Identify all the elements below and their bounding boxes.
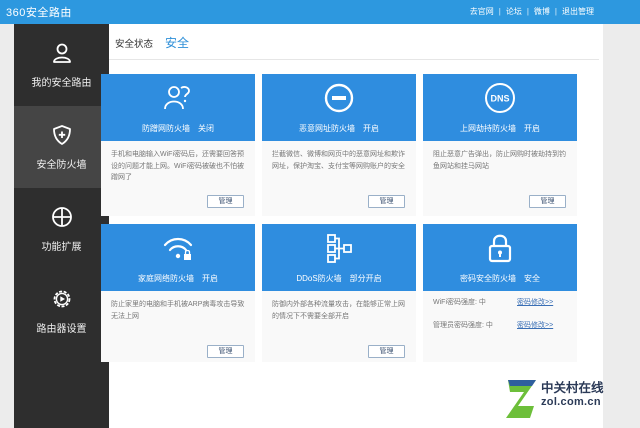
card-title-text: 家庭网络防火墙 bbox=[138, 274, 194, 283]
logout-link[interactable]: 退出管理 bbox=[562, 6, 594, 17]
separator: | bbox=[498, 7, 501, 16]
manage-button[interactable]: 管理 bbox=[368, 195, 405, 208]
zol-logo-icon bbox=[506, 380, 536, 418]
change-admin-password-link[interactable]: 密码修改>> bbox=[517, 320, 553, 330]
sidebar-item-firewall[interactable]: 安全防火墙 bbox=[14, 106, 109, 188]
top-links: 去官网 | 论坛 | 微博 | 退出管理 bbox=[470, 6, 594, 17]
tab-security-status[interactable]: 安全状态 bbox=[115, 36, 153, 50]
card-status: 开启 bbox=[524, 124, 540, 133]
card-title: 上网劫持防火墙 开启 bbox=[423, 123, 577, 134]
network-tree-icon bbox=[327, 234, 352, 263]
breadcrumb: 安全状态 安全 bbox=[115, 34, 189, 51]
sidebar-item-label: 功能扩展 bbox=[41, 242, 82, 253]
weibo-link[interactable]: 微博 bbox=[534, 6, 550, 17]
card-header: 密码安全防火墙 安全 bbox=[423, 224, 577, 291]
separator: | bbox=[526, 7, 529, 16]
card-header: 恶意网址防火墙 开启 bbox=[262, 74, 416, 141]
card-title: 密码安全防火墙 安全 bbox=[423, 273, 577, 284]
card-status: 开启 bbox=[202, 274, 218, 283]
main-panel: 安全状态 安全 防蹭网防火墙 关闭 手机和电脑输入WiFi密码后，还需要回答预设的… bbox=[101, 24, 603, 428]
card-title: 防蹭网防火墙 关闭 bbox=[101, 123, 255, 134]
manage-button[interactable]: 管理 bbox=[207, 345, 244, 358]
card-title-text: 上网劫持防火墙 bbox=[460, 124, 516, 133]
sidebar-item-my-router[interactable]: 我的安全路由 bbox=[14, 24, 109, 106]
sidebar-item-extensions[interactable]: 功能扩展 bbox=[14, 188, 109, 270]
sidebar-item-label: 路由器设置 bbox=[36, 324, 87, 335]
tab-security[interactable]: 安全 bbox=[165, 34, 189, 51]
card-ddos-firewall: DDoS防火墙 部分开启 防御内外部各种流量攻击，在能够正常上网的情况下不需要全部… bbox=[262, 224, 416, 362]
separator: | bbox=[554, 7, 557, 16]
card-status: 开启 bbox=[363, 124, 379, 133]
forum-link[interactable]: 论坛 bbox=[506, 6, 522, 17]
card-hijack-firewall: DNS 上网劫持防火墙 开启 阻止恶意广告弹出，防止网购时被劫持到钓鱼网站和挂马网… bbox=[423, 74, 577, 216]
card-title-text: DDoS防火墙 bbox=[296, 274, 342, 283]
card-title: 家庭网络防火墙 开启 bbox=[101, 273, 255, 284]
card-header: 防蹭网防火墙 关闭 bbox=[101, 74, 255, 141]
card-home-network-firewall: 家庭网络防火墙 开启 防止家里的电脑和手机被ARP病毒攻击导致无法上网 管理 bbox=[101, 224, 255, 362]
card-description: 拦截微信、微博和网页中的恶意网址和欺诈网址，保护淘宝、支付宝等网购账户的安全 bbox=[272, 151, 405, 170]
change-wifi-password-link[interactable]: 密码修改>> bbox=[517, 297, 553, 307]
admin-password-row: 管理员密码强度: 中 密码修改>> bbox=[433, 320, 569, 330]
card-status: 安全 bbox=[524, 274, 540, 283]
svg-text:DNS: DNS bbox=[490, 94, 509, 104]
dns-icon: DNS bbox=[485, 83, 515, 113]
sidebar-item-label: 安全防火墙 bbox=[36, 160, 87, 171]
card-header: DDoS防火墙 部分开启 bbox=[262, 224, 416, 291]
sidebar: 我的安全路由 安全防火墙 功能扩展 路由器设置 bbox=[14, 24, 109, 428]
wifi-lock-icon bbox=[163, 237, 193, 260]
card-header: 家庭网络防火墙 开启 bbox=[101, 224, 255, 291]
card-title: DDoS防火墙 部分开启 bbox=[262, 273, 416, 284]
card-title: 恶意网址防火墙 开启 bbox=[262, 123, 416, 134]
users-question-icon bbox=[164, 86, 190, 110]
card-title-text: 防蹭网防火墙 bbox=[142, 124, 190, 133]
sidebar-item-label: 我的安全路由 bbox=[31, 78, 92, 89]
admin-password-strength: 管理员密码强度: 中 bbox=[433, 322, 493, 329]
grid-circle-icon bbox=[52, 207, 72, 227]
user-icon bbox=[53, 43, 71, 63]
card-description: 防止家里的电脑和手机被ARP病毒攻击导致无法上网 bbox=[111, 301, 245, 320]
wifi-password-row: WiFi密码强度: 中 密码修改>> bbox=[433, 297, 569, 307]
card-description: 防御内外部各种流量攻击，在能够正常上网的情况下不需要全部开启 bbox=[272, 301, 405, 320]
watermark: 中关村在线 zol.com.cn bbox=[502, 374, 640, 428]
gear-play-icon bbox=[53, 290, 71, 308]
manage-button[interactable]: 管理 bbox=[368, 345, 405, 358]
card-password-firewall: 密码安全防火墙 安全 WiFi密码强度: 中 密码修改>> 管理员密码强度: 中 … bbox=[423, 224, 577, 362]
top-bar: 360安全路由 去官网 | 论坛 | 微博 | 退出管理 bbox=[0, 0, 640, 24]
watermark-text: 中关村在线 bbox=[541, 381, 604, 395]
lock-icon bbox=[488, 234, 512, 263]
divider bbox=[109, 59, 599, 60]
watermark-url: zol.com.cn bbox=[541, 396, 601, 408]
minus-circle-icon bbox=[324, 83, 354, 113]
manage-button[interactable]: 管理 bbox=[529, 195, 566, 208]
card-header: DNS 上网劫持防火墙 开启 bbox=[423, 74, 577, 141]
card-title-text: 恶意网址防火墙 bbox=[299, 124, 355, 133]
card-malicious-url-firewall: 恶意网址防火墙 开启 拦截微信、微博和网页中的恶意网址和欺诈网址，保护淘宝、支付宝… bbox=[262, 74, 416, 216]
manage-button[interactable]: 管理 bbox=[207, 195, 244, 208]
card-status: 部分开启 bbox=[349, 274, 382, 283]
card-description: 阻止恶意广告弹出，防止网购时被劫持到钓鱼网站和挂马网站 bbox=[433, 151, 566, 170]
sidebar-item-router-settings[interactable]: 路由器设置 bbox=[14, 270, 109, 352]
wifi-password-strength: WiFi密码强度: 中 bbox=[433, 299, 486, 306]
official-site-link[interactable]: 去官网 bbox=[470, 6, 494, 17]
app-logo: 360安全路由 bbox=[6, 7, 72, 19]
shield-plus-icon bbox=[53, 125, 71, 145]
card-status: 关闭 bbox=[198, 124, 214, 133]
card-title-text: 密码安全防火墙 bbox=[460, 274, 516, 283]
card-anti-freeload-firewall: 防蹭网防火墙 关闭 手机和电脑输入WiFi密码后，还需要回答预设的问题才能上网。W… bbox=[101, 74, 255, 216]
card-description: 手机和电脑输入WiFi密码后，还需要回答预设的问题才能上网。WiFi密码被破也不… bbox=[111, 151, 244, 181]
